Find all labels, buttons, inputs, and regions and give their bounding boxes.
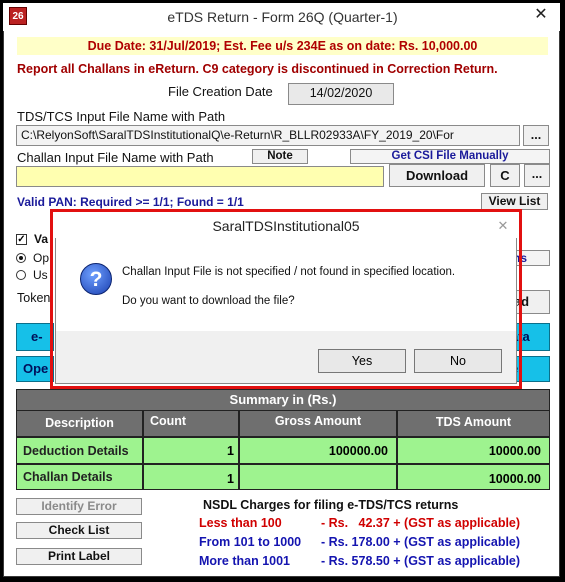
dialog-question: Do you want to download the file?: [122, 295, 295, 307]
summary-row-tds: 10000.00: [397, 437, 550, 464]
window-title: eTDS Return - Form 26Q (Quarter-1): [167, 9, 398, 25]
summary-row-tds: 10000.00: [397, 464, 550, 490]
note-button[interactable]: Note: [252, 149, 308, 164]
summary-row-count: 1: [143, 437, 239, 464]
e-tds-button[interactable]: e-: [16, 323, 54, 351]
summary-row-gross: 100000.00: [239, 437, 397, 464]
nsdl-charge-1: - Rs. 42.37 + (GST as applicable): [321, 516, 521, 530]
report-notice: Report all Challans in eReturn. C9 categ…: [17, 62, 498, 76]
summary-title: Summary in (Rs.): [16, 389, 550, 411]
pan-status: Valid PAN: Required >= 1/1; Found = 1/1: [17, 195, 244, 209]
view-list-button[interactable]: View List: [481, 193, 548, 210]
dialog-body: [56, 238, 516, 331]
summary-row-desc: Deduction Details: [16, 437, 143, 464]
file-creation-field[interactable]: 14/02/2020: [288, 83, 394, 105]
nsdl-range-3: More than 1001: [199, 554, 291, 568]
nsdl-range-2: From 101 to 1000: [199, 535, 302, 549]
summary-header-description: Description: [16, 410, 143, 437]
summary-row-desc: Challan Details: [16, 464, 143, 490]
validate-checkbox[interactable]: ✓: [16, 234, 27, 245]
yes-button[interactable]: Yes: [318, 349, 406, 373]
challan-path-field[interactable]: [16, 166, 384, 187]
validate-label: Va: [34, 232, 49, 246]
open-button[interactable]: Ope: [16, 356, 54, 382]
nsdl-title: NSDL Charges for filing e-TDS/TCS return…: [203, 498, 459, 512]
nsdl-charge-3: - Rs. 578.50 + (GST as applicable): [321, 554, 521, 568]
summary-row-gross: [239, 464, 397, 490]
tds-input-label: TDS/TCS Input File Name with Path: [17, 109, 226, 124]
get-csi-file-button[interactable]: Get CSI File Manually: [350, 149, 550, 164]
dialog-close-icon[interactable]: ✕: [494, 218, 512, 234]
option-label-2: Us: [33, 268, 48, 282]
download-button[interactable]: Download: [389, 164, 485, 187]
question-icon: ?: [80, 263, 112, 295]
summary-row-count: 1: [143, 464, 239, 490]
option-label-1: Op: [33, 251, 50, 265]
print-label-button[interactable]: Print Label: [16, 548, 142, 565]
close-icon[interactable]: ✕: [530, 5, 552, 25]
no-button[interactable]: No: [414, 349, 502, 373]
challan-browse-button[interactable]: ...: [524, 164, 550, 187]
nsdl-charge-2: - Rs. 178.00 + (GST as applicable): [321, 535, 521, 549]
option-radio-1[interactable]: [16, 253, 26, 263]
option-radio-2[interactable]: [16, 270, 26, 280]
summary-header-gross: Gross Amount: [239, 410, 397, 437]
file-creation-label: File Creation Date: [168, 84, 273, 99]
nsdl-range-1: Less than 100: [199, 516, 282, 530]
token-label: Token: [17, 291, 51, 305]
dialog-message: Challan Input File is not specified / no…: [122, 266, 456, 278]
check-list-button[interactable]: Check List: [16, 522, 142, 539]
dialog-title: SaralTDSInstitutional05: [55, 214, 517, 238]
summary-header-count: Count: [143, 410, 239, 437]
due-date-banner: Due Date: 31/Jul/2019; Est. Fee u/s 234E…: [17, 37, 548, 55]
tds-input-path-field[interactable]: C:\RelyonSoft\SaralTDSInstitutionalQ\e-R…: [16, 125, 520, 146]
challan-input-label: Challan Input File Name with Path: [17, 150, 214, 165]
tds-browse-button[interactable]: ...: [523, 125, 549, 146]
summary-header-tds: TDS Amount: [397, 410, 550, 437]
identify-error-button[interactable]: Identify Error: [16, 498, 142, 515]
c-button[interactable]: C: [490, 164, 520, 187]
